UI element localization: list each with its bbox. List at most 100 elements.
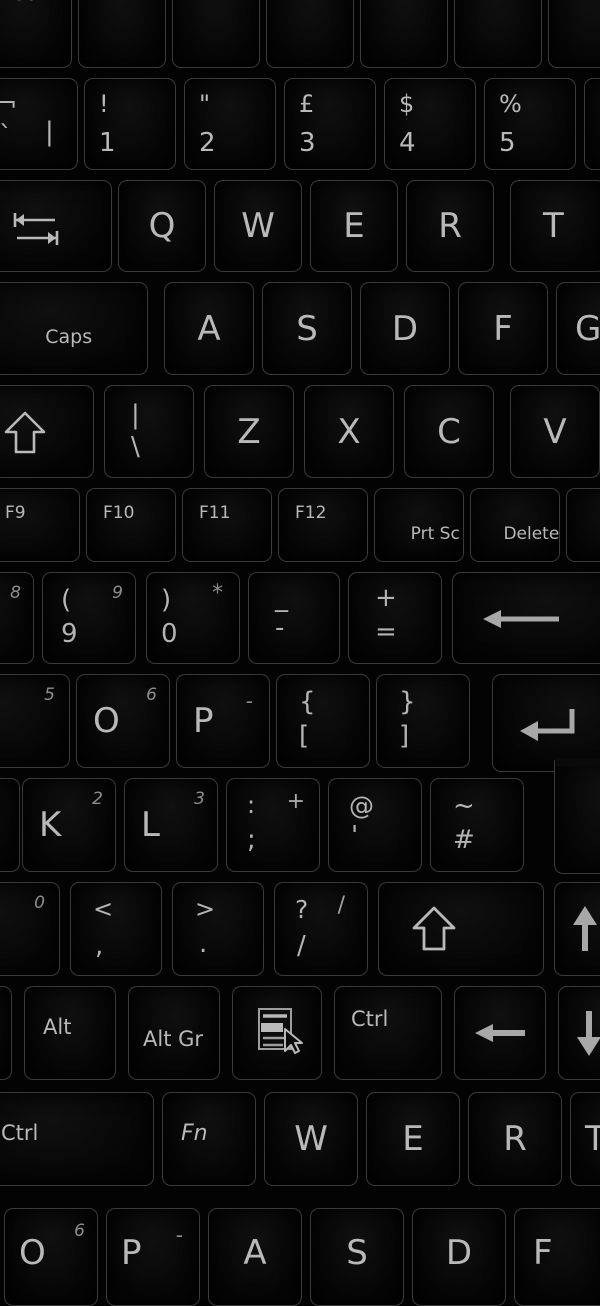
key-l-label: L — [141, 808, 160, 842]
key-minus[interactable]: _ - — [248, 572, 340, 664]
key-p-2[interactable]: P - — [106, 1208, 200, 1306]
key-o-2-label: O — [19, 1236, 46, 1270]
key-8-numpad: 8 — [10, 585, 21, 602]
key-x[interactable]: X — [304, 385, 394, 478]
key-w[interactable]: W — [214, 180, 302, 272]
key-f5[interactable]: F5 — [454, 0, 542, 68]
key-8[interactable]: 8 — [0, 572, 34, 664]
key-t-2[interactable]: T — [570, 1092, 600, 1186]
key-e[interactable]: E — [310, 180, 398, 272]
key-r[interactable]: R — [406, 180, 494, 272]
key-4[interactable]: $ 4 — [384, 78, 476, 170]
key-f2[interactable]: F2 — [172, 0, 260, 68]
key-i[interactable]: 5 — [0, 674, 70, 768]
key-g[interactable]: G — [556, 282, 600, 375]
key-4-base: 4 — [399, 130, 416, 156]
key-alt-gr[interactable]: Alt Gr — [128, 986, 220, 1080]
key-f11[interactable]: F11 — [182, 488, 272, 562]
key-arrow-left[interactable] — [454, 986, 546, 1080]
key-j[interactable] — [0, 778, 20, 872]
key-5[interactable]: % 5 — [484, 78, 576, 170]
key-a-2[interactable]: A — [208, 1208, 302, 1306]
key-f10[interactable]: F10 — [86, 488, 176, 562]
key-r-2[interactable]: R — [468, 1092, 562, 1186]
key-minus-base: - — [275, 615, 284, 641]
key-w-2[interactable]: W — [264, 1092, 358, 1186]
key-right-ctrl[interactable]: Ctrl — [334, 986, 442, 1080]
key-backslash-base: \ — [131, 434, 140, 460]
key-backtick[interactable]: ¬ ` | — [0, 78, 78, 170]
key-a-2-label: A — [209, 1236, 301, 1270]
key-v[interactable]: V — [510, 385, 600, 478]
key-r-2-label: R — [469, 1122, 561, 1156]
key-c[interactable]: C — [404, 385, 494, 478]
key-t[interactable]: T — [510, 180, 600, 272]
key-arrow-down[interactable] — [558, 986, 600, 1080]
key-right-bracket[interactable]: } ] — [376, 674, 470, 768]
key-fn[interactable]: Fn — [162, 1092, 256, 1186]
key-period-base: . — [199, 931, 207, 957]
key-arrow-up[interactable] — [554, 882, 600, 976]
key-l[interactable]: L 3 — [124, 778, 218, 872]
key-o[interactable]: O 6 — [76, 674, 170, 768]
key-insert[interactable]: Insert Num Lk — [566, 488, 600, 562]
key-f9[interactable]: F9 — [0, 488, 80, 562]
key-4-shift: $ — [399, 92, 414, 116]
key-f[interactable]: F — [458, 282, 548, 375]
key-o-2[interactable]: O 6 — [4, 1208, 98, 1306]
key-esc[interactable]: Esc — [0, 0, 72, 68]
key-f-2[interactable]: F — [514, 1208, 600, 1306]
key-0[interactable]: ) 0 * — [146, 572, 240, 664]
key-left-bracket-shift: { — [299, 689, 316, 715]
key-comma-shift: < — [93, 897, 113, 921]
key-fn-label: Fn — [181, 1123, 208, 1145]
key-left-ctrl[interactable]: Ctrl — [0, 1092, 154, 1186]
key-right-shift[interactable] — [378, 882, 544, 976]
key-d[interactable]: D — [360, 282, 450, 375]
key-menu[interactable] — [232, 986, 322, 1080]
key-delete[interactable]: Delete Scr Lk — [470, 488, 560, 562]
key-f4[interactable]: F4 — [360, 0, 448, 68]
key-e-label: E — [311, 209, 397, 243]
key-slash[interactable]: ? / / — [274, 882, 368, 976]
key-backslash[interactable]: | \ — [104, 385, 194, 478]
key-2[interactable]: " 2 — [184, 78, 276, 170]
key-backspace[interactable] — [452, 572, 600, 664]
key-semicolon[interactable]: : ; + — [226, 778, 320, 872]
key-left-bracket[interactable]: { [ — [276, 674, 370, 768]
key-f6[interactable]: F6 — [548, 0, 600, 68]
key-period[interactable]: > . — [172, 882, 264, 976]
key-hash[interactable]: ~ # — [430, 778, 524, 872]
key-q[interactable]: Q — [118, 180, 206, 272]
key-left-shift[interactable] — [0, 385, 94, 478]
key-p[interactable]: P - — [176, 674, 270, 768]
key-s-2[interactable]: S — [310, 1208, 404, 1306]
key-3[interactable]: £ 3 — [284, 78, 376, 170]
key-f3[interactable]: F3 — [266, 0, 354, 68]
key-left-alt[interactable]: Alt — [24, 986, 116, 1080]
key-a[interactable]: A — [164, 282, 254, 375]
key-l-numpad: 3 — [194, 791, 205, 808]
key-f1[interactable]: F1 — [78, 0, 166, 68]
shift-arrow-icon — [411, 905, 457, 953]
key-z[interactable]: Z — [204, 385, 294, 478]
key-print-screen[interactable]: Prt Sc Sys Rq — [374, 488, 464, 562]
key-o-2-numpad: 6 — [74, 1223, 85, 1240]
key-comma[interactable]: < , — [70, 882, 162, 976]
key-k[interactable]: K 2 — [22, 778, 116, 872]
key-d-2[interactable]: D — [412, 1208, 506, 1306]
key-1[interactable]: ! 1 — [84, 78, 176, 170]
key-apostrophe[interactable]: @ ' — [328, 778, 422, 872]
key-9[interactable]: ( 9 9 — [42, 572, 136, 664]
key-e-2[interactable]: E — [366, 1092, 460, 1186]
key-comma-base: , — [95, 933, 103, 959]
key-caps-lock[interactable]: Caps Lock — [0, 282, 148, 375]
key-f12[interactable]: F12 — [278, 488, 368, 562]
key-tab[interactable] — [0, 180, 112, 272]
key-6[interactable]: ^ 6 — [584, 78, 600, 170]
key-f6-label: F6 — [560, 0, 583, 2]
key-m[interactable]: M 0 — [0, 882, 60, 976]
key-equals[interactable]: + = — [348, 572, 442, 664]
key-s[interactable]: S — [262, 282, 352, 375]
key-space[interactable] — [0, 986, 12, 1080]
